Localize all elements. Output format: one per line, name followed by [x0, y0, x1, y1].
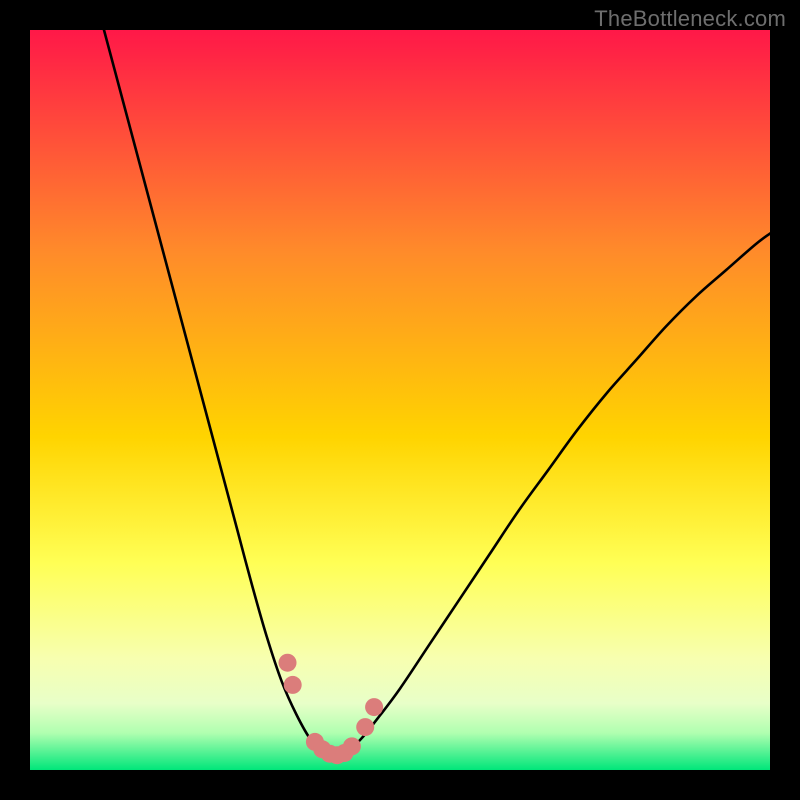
plot-area	[30, 30, 770, 770]
chart-background	[30, 30, 770, 770]
watermark-text: TheBottleneck.com	[594, 6, 786, 32]
chart-svg	[30, 30, 770, 770]
marker-point	[284, 676, 302, 694]
marker-point	[279, 654, 297, 672]
marker-point	[365, 698, 383, 716]
outer-frame: TheBottleneck.com	[0, 0, 800, 800]
marker-point	[343, 737, 361, 755]
marker-point	[356, 718, 374, 736]
